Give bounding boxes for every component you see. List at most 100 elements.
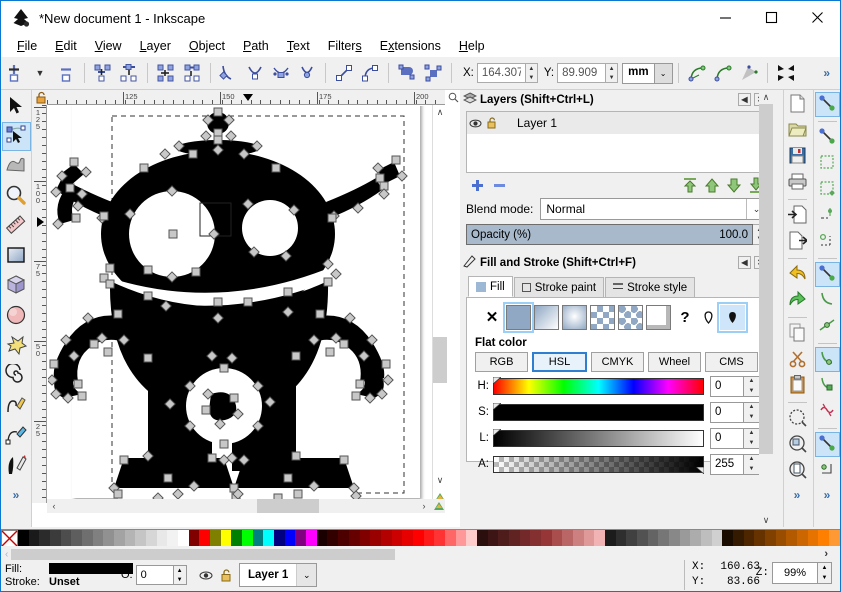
alpha-spinner[interactable]: ▲▼ [710,453,760,475]
horizontal-ruler[interactable]: 125 150 175 200 [47,90,445,105]
scroll-left-arrow[interactable]: ‹ [47,499,61,513]
dock-scroll-up-arrow[interactable]: ∧ [759,90,773,104]
palette-swatch[interactable] [679,530,691,547]
palette-swatch[interactable] [50,530,61,547]
unlock-icon[interactable] [216,565,236,585]
insert-node-dropdown-icon[interactable]: ▼ [27,60,53,86]
chevron-down-icon[interactable]: ⌄ [653,63,672,83]
tweak-tool[interactable] [2,152,31,181]
zoom-drawing-button[interactable] [785,432,810,457]
zoom-page-button[interactable] [785,458,810,483]
stroke-to-path-icon[interactable] [420,60,446,86]
stroke-indicator-row[interactable]: Stroke: Unset [5,575,133,588]
palette-swatch[interactable] [82,530,93,547]
node-auto-icon[interactable] [294,60,320,86]
palette-swatch[interactable] [338,530,349,547]
palette-swatch[interactable] [402,530,413,547]
node-cusp-icon[interactable] [216,60,242,86]
palette-swatch[interactable] [167,530,179,547]
palette-swatch[interactable] [263,530,275,547]
pen-tool[interactable] [2,422,31,451]
scroll-down-arrow[interactable]: ∨ [433,473,447,487]
zoom-arrows[interactable]: ▲ ▼ [818,562,832,584]
menu-object[interactable]: Object [180,37,234,55]
dock-scroll-down-arrow[interactable]: ∨ [759,513,773,527]
alpha-slider[interactable] [493,455,704,474]
menu-text[interactable]: Text [278,37,319,55]
toolbox-overflow-button[interactable]: » [13,488,20,502]
open-document-button[interactable] [785,118,810,143]
palette-swatch[interactable] [786,530,798,547]
palette-swatch[interactable] [92,530,104,547]
palette-swatch[interactable] [444,530,456,547]
measure-tool[interactable] [2,212,31,241]
unlock-icon[interactable] [483,117,499,129]
palette-swatch[interactable] [754,530,766,547]
color-mode-cms[interactable]: CMS [705,352,758,372]
palette-swatch[interactable] [476,530,488,547]
break-path-icon[interactable] [90,60,116,86]
delete-node-icon[interactable] [53,60,79,86]
scroll-up-arrow[interactable]: ∧ [433,105,447,119]
palette-swatch[interactable] [114,530,125,547]
color-mode-wheel[interactable]: Wheel [648,352,701,372]
palette-swatch[interactable] [818,530,830,547]
palette-swatch[interactable] [295,530,307,547]
vertical-ruler[interactable]: 125 100 75 50 25 [32,105,47,503]
insert-node-icon[interactable] [1,60,27,86]
paste-button[interactable] [785,373,810,398]
palette-swatch[interactable] [562,530,573,547]
palette-swatch[interactable] [348,530,360,547]
snap-bounding-box-button[interactable] [815,125,840,150]
hue-input[interactable] [710,375,744,397]
palette-swatch[interactable] [178,530,189,547]
palette-swatch[interactable] [572,530,584,547]
palette-swatch[interactable] [455,530,467,547]
palette-swatch[interactable] [210,530,221,547]
saturation-spin-arrows[interactable]: ▲ ▼ [744,401,760,423]
alpha-slider-handle[interactable] [696,466,704,474]
lightness-slider[interactable] [493,428,704,447]
layers-list[interactable]: Layer 1 [466,111,767,173]
palette-swatch[interactable] [701,530,712,547]
y-coordinate-input[interactable] [557,63,606,83]
hue-slider-handle[interactable] [493,376,501,384]
menu-file[interactable]: File [8,37,46,55]
palette-swatch[interactable] [466,530,477,547]
collapse-icon[interactable]: ◀ [738,256,751,269]
palette-swatch[interactable] [508,530,520,547]
saturation-spinner[interactable]: ▲▼ [710,401,760,423]
layer-opacity-slider[interactable]: Opacity (%) 100.0 [466,224,753,245]
palette-swatch[interactable] [530,530,541,547]
snap-page-border-button[interactable] [815,458,840,483]
lightness-input[interactable] [710,427,744,449]
x-spin-arrows[interactable]: ▲ ▼ [524,63,538,83]
ellipse-tool[interactable] [2,302,31,331]
zoom-selection-button[interactable] [785,406,810,431]
menu-extensions[interactable]: Extensions [371,37,450,55]
palette-swatch[interactable] [722,530,734,547]
palette-swatch[interactable] [636,530,648,547]
star-tool[interactable] [2,332,31,361]
palette-swatch[interactable] [765,530,776,547]
color-mode-hsl[interactable]: HSL [532,352,587,372]
palette-swatch[interactable] [220,530,232,547]
no-paint-button[interactable]: ✕ [481,306,503,328]
snap-bbox-edge-button[interactable] [815,151,840,176]
drawing-canvas[interactable] [48,106,445,503]
snap-midpoints-button[interactable] [815,399,840,424]
zoom-spinner[interactable]: ▲▼ [772,562,832,584]
palette-swatch[interactable] [658,530,669,547]
fill-rule-nonzero-button[interactable] [717,301,748,333]
tab-stroke-paint[interactable]: Stroke paint [513,277,605,297]
palette-swatch[interactable] [39,530,51,547]
object-to-path-icon[interactable] [394,60,420,86]
segment-line-icon[interactable] [331,60,357,86]
x-coordinate-input[interactable] [476,63,525,83]
palette-swatch[interactable] [626,530,637,547]
palette-swatch[interactable] [668,530,680,547]
minimize-button[interactable] [702,1,748,34]
palette-swatch[interactable] [733,530,744,547]
snap-overflow-button[interactable]: » [824,488,831,502]
color-mode-cmyk[interactable]: CMYK [591,352,644,372]
